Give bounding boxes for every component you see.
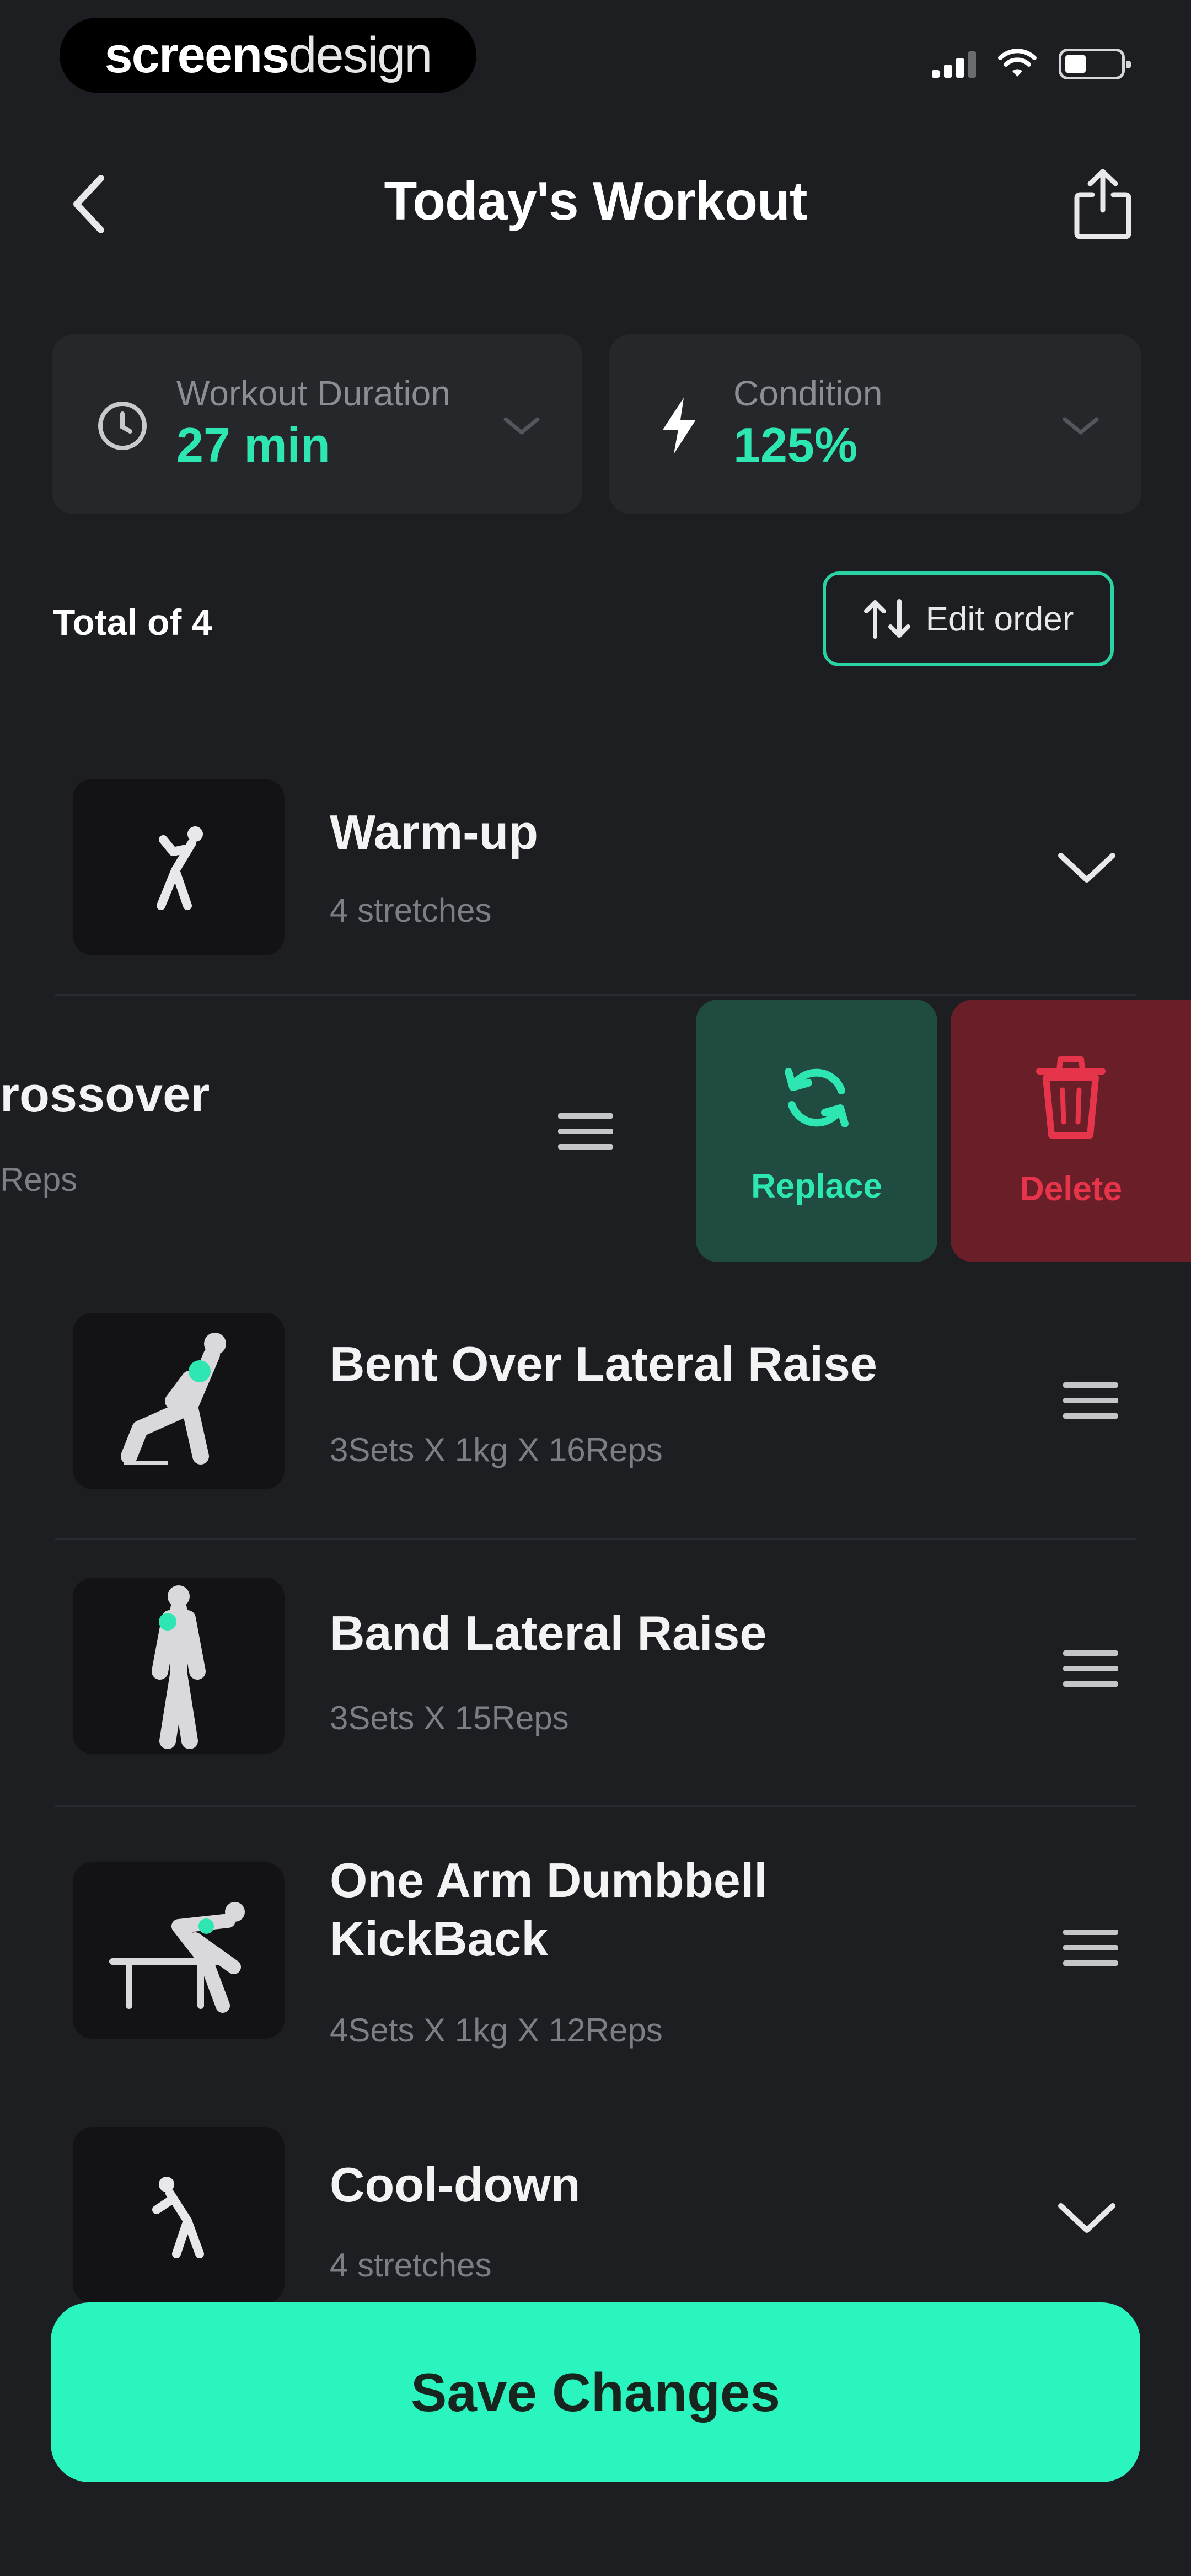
cooldown-subtitle: 4 stretches bbox=[330, 2247, 492, 2284]
page-title: Today's Workout bbox=[384, 170, 808, 231]
share-button[interactable] bbox=[1064, 160, 1141, 248]
exercise-subtitle: 4Sets X 1kg X 12Reps bbox=[330, 2012, 663, 2049]
stretch-figure-icon bbox=[157, 826, 203, 910]
chevron-down-icon bbox=[500, 404, 544, 448]
edit-order-label: Edit order bbox=[925, 600, 1074, 638]
edit-order-button[interactable]: Edit order bbox=[823, 571, 1114, 666]
replace-button[interactable]: Replace bbox=[696, 1000, 937, 1262]
drag-handle-icon[interactable] bbox=[1063, 1923, 1118, 1973]
clock-icon bbox=[95, 398, 150, 453]
exercise-figure-icon bbox=[152, 1585, 206, 1749]
warmup-title: Warm-up bbox=[330, 805, 539, 859]
stretch-figure-icon bbox=[152, 2177, 204, 2258]
exercise-subtitle: 3Sets X 15Reps bbox=[330, 1699, 569, 1736]
chevron-down-icon bbox=[1059, 404, 1103, 448]
status-bar: screens design bbox=[0, 0, 1191, 127]
delete-button[interactable]: Delete bbox=[951, 1000, 1191, 1262]
header: Today's Workout bbox=[0, 138, 1191, 270]
cooldown-title: Cool-down bbox=[330, 2157, 581, 2212]
duration-label: Workout Duration bbox=[176, 373, 450, 413]
brand-text-light: design bbox=[288, 26, 432, 83]
cooldown-thumbnail bbox=[73, 2127, 285, 2304]
condition-label: Condition bbox=[733, 373, 883, 413]
cellular-signal-icon bbox=[932, 50, 976, 78]
exercise-title: Band Lateral Raise bbox=[330, 1606, 767, 1660]
exercise-title: One Arm Dumbbell KickBack bbox=[330, 1851, 768, 1968]
condition-card[interactable]: Condition 125% bbox=[609, 334, 1141, 514]
brand-text-bold: screens bbox=[104, 26, 290, 83]
delete-label: Delete bbox=[1019, 1169, 1123, 1208]
wifi-icon bbox=[998, 49, 1037, 77]
drag-handle-icon[interactable] bbox=[1063, 1644, 1118, 1693]
status-icons bbox=[932, 49, 1131, 79]
drag-handle-icon[interactable] bbox=[1063, 1376, 1118, 1425]
exercise-subtitle: 3Sets X 1kg X 16Reps bbox=[330, 1431, 663, 1468]
exercise-thumbnail bbox=[73, 1313, 285, 1489]
warmup-subtitle: 4 stretches bbox=[330, 892, 492, 929]
exercise-title-line-1: One Arm Dumbbell bbox=[330, 1853, 768, 1907]
chevron-down-icon[interactable] bbox=[1056, 2193, 1117, 2243]
warmup-thumbnail bbox=[73, 779, 285, 955]
refresh-icon bbox=[785, 1067, 849, 1127]
battery-icon bbox=[1059, 49, 1131, 79]
duration-value: 27 min bbox=[176, 418, 330, 472]
exercise-total: Total of 4 bbox=[53, 602, 212, 643]
divider bbox=[55, 1805, 1136, 1807]
exercise-thumbnail bbox=[73, 1578, 285, 1754]
exercise-figure-icon bbox=[121, 1333, 226, 1465]
exercise-figure-icon bbox=[109, 1902, 245, 2013]
swiped-exercise-subtitle: Reps bbox=[0, 1161, 78, 1198]
lightning-icon bbox=[652, 398, 707, 454]
drag-handle-icon[interactable] bbox=[558, 1107, 613, 1156]
divider bbox=[55, 994, 1136, 996]
trash-icon bbox=[1036, 1056, 1106, 1139]
brand-logo: screens design bbox=[60, 18, 476, 93]
share-icon bbox=[1074, 169, 1131, 239]
swiped-exercise-title: rossover bbox=[0, 1067, 210, 1123]
divider bbox=[55, 1538, 1136, 1540]
sort-icon bbox=[863, 599, 910, 639]
replace-label: Replace bbox=[751, 1167, 882, 1205]
exercise-title: Bent Over Lateral Raise bbox=[330, 1337, 877, 1391]
save-changes-button[interactable]: Save Changes bbox=[51, 2302, 1140, 2482]
exercise-title-line-2: KickBack bbox=[330, 1911, 549, 1966]
condition-value: 125% bbox=[733, 418, 858, 472]
exercise-thumbnail bbox=[73, 1862, 285, 2039]
chevron-down-icon[interactable] bbox=[1056, 843, 1117, 892]
workout-duration-card[interactable]: Workout Duration 27 min bbox=[52, 334, 582, 514]
